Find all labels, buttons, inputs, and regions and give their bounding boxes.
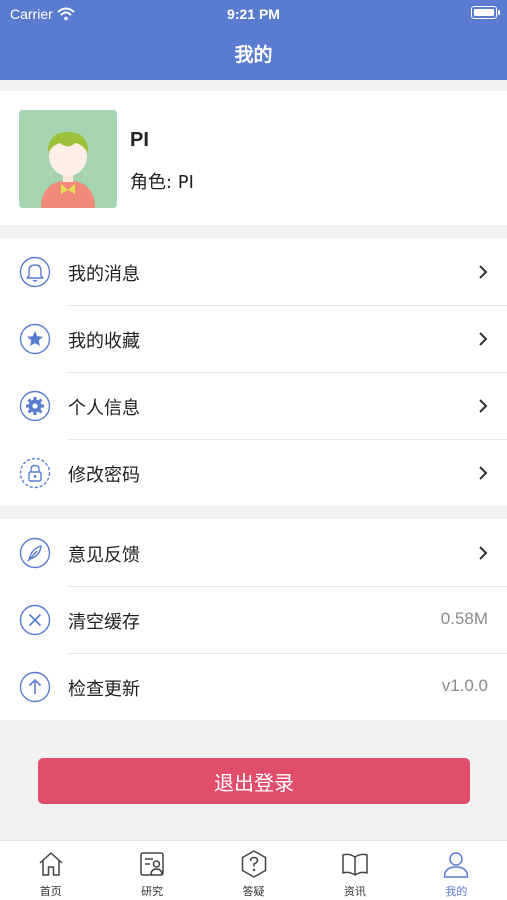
avatar[interactable] [19, 110, 117, 208]
nav-header: Carrier 9:21 PM 我的 [0, 0, 507, 80]
tab-mine[interactable]: 我的 [406, 841, 507, 900]
menu-item-label: 个人信息 [68, 398, 140, 419]
clear-icon [19, 604, 51, 636]
menu-item-label: 清空缓存 [68, 612, 140, 633]
tab-label: 首页 [39, 885, 62, 898]
avatar-illustration [19, 110, 117, 208]
menu-item-label: 意见反馈 [68, 545, 140, 566]
feather-icon [19, 537, 51, 569]
menu-group-app: 意见反馈 清空缓存 0.58M 检查更新 v1.0.0 [0, 519, 507, 720]
book-icon [342, 853, 368, 876]
menu-item-favorites[interactable]: 我的收藏 [0, 305, 507, 372]
tab-label: 我的 [445, 885, 468, 898]
page-title: 我的 [234, 44, 273, 66]
bell-icon [19, 256, 51, 288]
upload-icon [19, 671, 51, 703]
menu-item-change-password[interactable]: 修改密码 [0, 439, 507, 506]
menu-item-check-update[interactable]: 检查更新 v1.0.0 [0, 653, 507, 720]
tab-home[interactable]: 首页 [0, 841, 101, 900]
menu-group-account: 我的消息 我的收藏 个人信息 修改密码 [0, 238, 507, 506]
tab-research[interactable]: 研究 [101, 841, 202, 900]
gear-icon [19, 390, 51, 422]
chevron-right-icon [479, 265, 488, 279]
star-icon [19, 323, 51, 355]
battery-icon [471, 6, 500, 19]
tab-label: 答疑 [242, 885, 265, 898]
tab-qa[interactable]: 答疑 [203, 841, 304, 900]
cache-size-value: 0.58M [440, 609, 488, 628]
tab-news[interactable]: 资讯 [304, 841, 405, 900]
chevron-right-icon [479, 399, 488, 413]
user-icon [444, 852, 469, 878]
status-time: 9:21 PM [227, 6, 280, 22]
tab-label: 研究 [141, 885, 164, 898]
logout-button[interactable]: 退出登录 [38, 758, 470, 804]
menu-item-profile-info[interactable]: 个人信息 [0, 372, 507, 439]
status-bar: Carrier 9:21 PM [0, 0, 507, 28]
profile-card[interactable]: PI 角色: PI [0, 91, 507, 225]
user-role: 角色: PI [130, 172, 194, 193]
user-name: PI [130, 129, 149, 151]
chevron-right-icon [479, 546, 488, 560]
menu-item-messages[interactable]: 我的消息 [0, 238, 507, 305]
menu-item-feedback[interactable]: 意见反馈 [0, 519, 507, 586]
tab-label: 资讯 [343, 885, 366, 898]
chevron-right-icon [479, 332, 488, 346]
lock-icon [19, 457, 51, 489]
version-value: v1.0.0 [441, 676, 488, 695]
question-icon [241, 850, 266, 878]
chevron-right-icon [479, 466, 488, 480]
research-icon [140, 852, 164, 876]
home-icon [39, 852, 63, 876]
menu-item-label: 我的消息 [68, 264, 140, 285]
menu-item-label: 我的收藏 [68, 331, 140, 352]
menu-item-clear-cache[interactable]: 清空缓存 0.58M [0, 586, 507, 653]
tab-bar: 首页 研究 答疑 资讯 我的 [0, 840, 507, 900]
menu-item-label: 检查更新 [68, 679, 140, 700]
menu-item-label: 修改密码 [68, 465, 140, 486]
